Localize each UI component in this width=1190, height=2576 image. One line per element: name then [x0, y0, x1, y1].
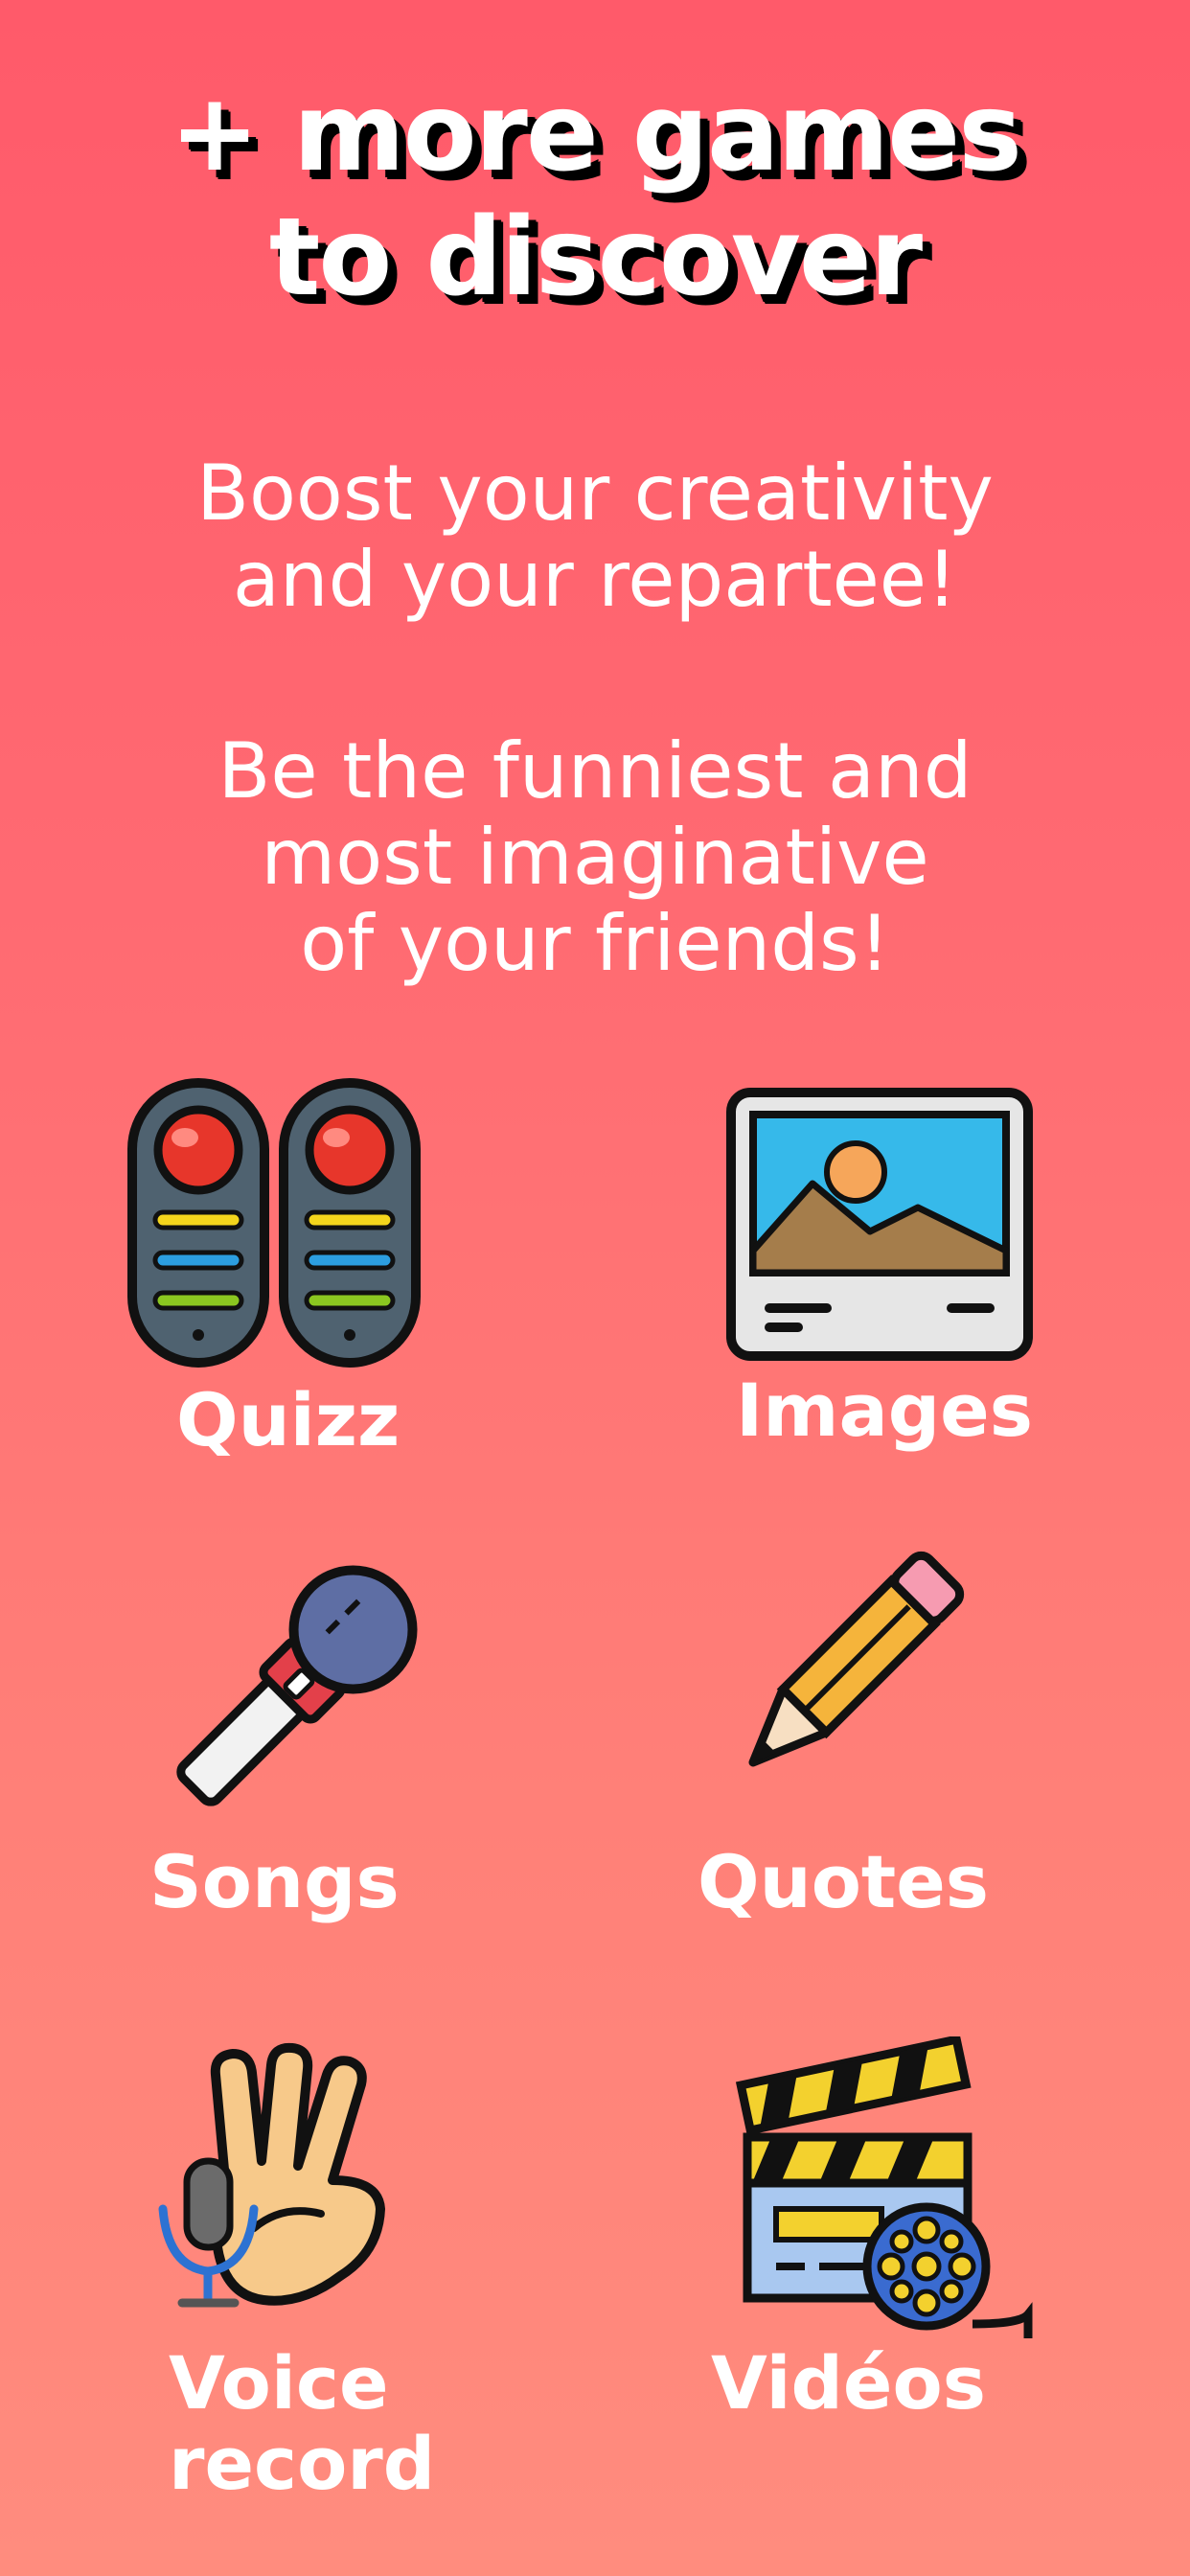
clapperboard-icon — [733, 2036, 1040, 2338]
headline-line-1: + more games — [170, 71, 1022, 196]
headline-line-2: to discover — [268, 196, 923, 320]
game-label-quotes: Quotes — [698, 1839, 990, 1924]
game-label-quizz: Quizz — [176, 1377, 400, 1462]
voice-hand-icon — [158, 2036, 407, 2314]
game-label-songs: Songs — [149, 1839, 400, 1924]
subtitle-line-2: and your repartee! — [232, 535, 958, 624]
tagline-line-1: Be the funniest and — [217, 726, 973, 816]
game-label-voice: Voice — [169, 2340, 389, 2426]
game-label-voice-record: Voice record — [169, 2343, 435, 2504]
subtitle: Boost your creativity and your repartee! — [0, 450, 1190, 623]
buzzer-icon — [125, 1078, 422, 1370]
game-label-record: record — [169, 2421, 436, 2506]
subtitle-line-1: Boost your creativity — [196, 448, 994, 538]
picture-icon — [726, 1088, 1033, 1361]
tagline: Be the funniest and most imaginative of … — [0, 728, 1190, 987]
pencil-icon — [723, 1543, 973, 1792]
game-label-images: Images — [736, 1368, 1033, 1453]
tagline-line-3: of your friends! — [300, 899, 890, 988]
microphone-icon — [163, 1562, 426, 1816]
game-label-videos: Vidéos — [711, 2340, 986, 2426]
tagline-line-2: most imaginative — [261, 813, 929, 902]
